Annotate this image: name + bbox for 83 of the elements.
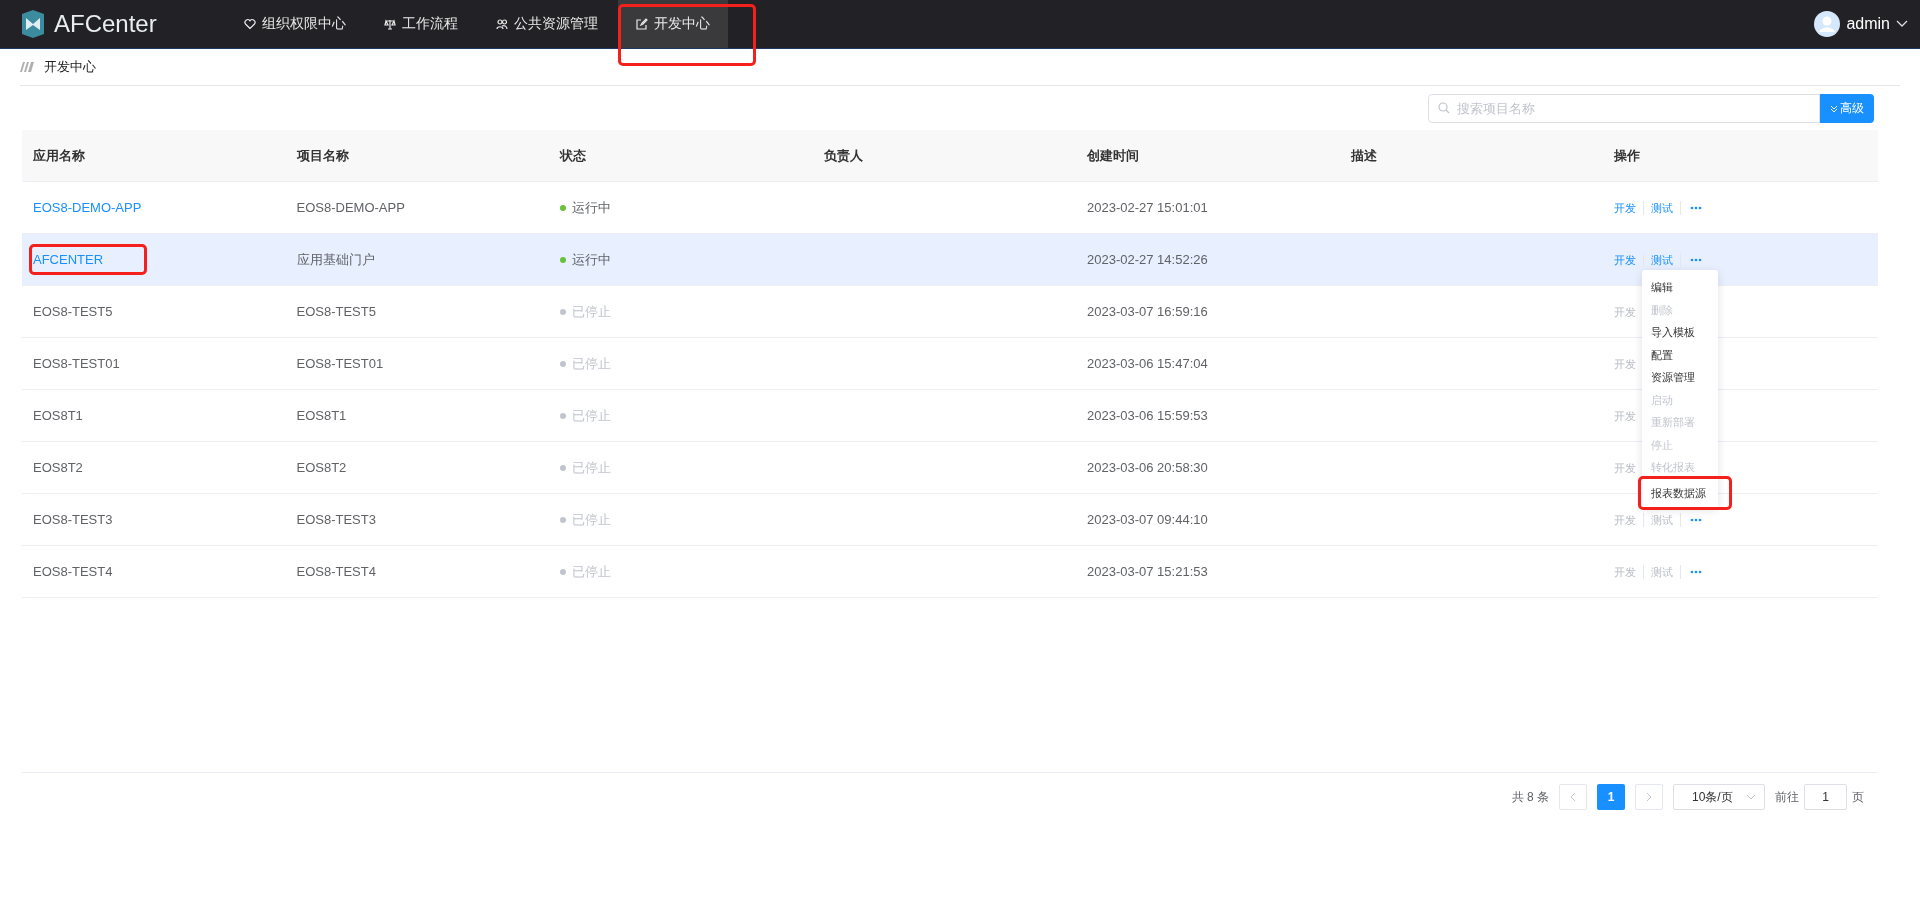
table-cell: 2023-03-06 15:47:04 [1087,356,1208,371]
menu-item[interactable]: 配置 [1642,343,1718,366]
nav-tab[interactable]: 公共资源管理 [478,0,616,48]
table-cell: EOS8-TEST01 [296,356,384,371]
heart-icon [244,18,256,30]
status-text: 已停止 [572,354,611,373]
user-name[interactable]: admin [1846,15,1890,33]
action-link[interactable]: 测试 [1644,564,1681,579]
menu-item[interactable]: 启动 [1642,388,1718,411]
double-chevron-icon [1830,104,1838,113]
column-header: 应用名称 [33,147,85,163]
status-text: 已停止 [572,510,611,529]
chevron-left-icon [1570,792,1576,802]
table-cell: 2023-03-07 16:59:16 [1087,304,1208,319]
app-name-link[interactable]: AFCENTER [33,252,104,267]
page-unit-label: 页 [1852,789,1864,806]
table-cell: EOS8-DEMO-APP [296,200,405,215]
table-cell: 2023-03-06 15:59:53 [1087,408,1208,423]
page-size-select[interactable]: 10条/页 [1673,784,1765,810]
table-cell: EOS8T1 [296,408,347,423]
status-text: 运行中 [572,198,611,217]
app-name: EOS8T1 [33,408,83,423]
app-name: EOS8-TEST5 [33,304,113,319]
action-link[interactable]: 测试 [1644,512,1681,527]
app-name: EOS8T2 [33,460,83,475]
table-cell: EOS8-TEST3 [296,512,376,527]
menu-item[interactable]: 资源管理 [1642,366,1718,389]
app-name: EOS8-TEST3 [33,512,113,527]
edit-icon [636,18,648,30]
scale-icon [384,18,396,30]
table-cell: 2023-03-07 15:21:53 [1087,564,1208,579]
more-icon[interactable] [1690,205,1702,210]
goto-label: 前往 [1775,789,1799,806]
table-cell: EOS8-TEST4 [296,564,376,579]
nav-tab[interactable]: 组织权限中心 [226,0,364,48]
table-cell: 2023-02-27 15:01:01 [1087,200,1208,215]
column-header: 操作 [1614,147,1640,163]
action-link[interactable]: 开发 [1614,200,1644,215]
avatar-icon[interactable] [1814,11,1841,37]
app-name: EOS8-TEST01 [33,356,120,371]
action-link[interactable]: 测试 [1644,252,1681,267]
column-header: 描述 [1350,147,1377,163]
column-header: 创建时间 [1087,147,1139,163]
action-link[interactable]: 测试 [1644,200,1681,215]
table-cell: EOS8T2 [296,460,347,475]
action-link[interactable]: 开发 [1614,252,1644,267]
chevron-down-icon[interactable] [1896,20,1908,28]
logo-icon [20,10,46,38]
status-text: 已停止 [572,302,611,321]
column-header: 负责人 [823,147,863,163]
search-icon [1438,102,1450,114]
nav-tab[interactable]: 工作流程 [366,0,476,48]
people-icon [496,18,508,30]
column-header: 状态 [560,147,586,163]
chevron-down-icon [1746,794,1756,800]
more-icon[interactable] [1690,569,1702,574]
app-name: EOS8-TEST4 [33,564,113,579]
table-cell: 2023-03-07 09:44:10 [1087,512,1208,527]
app-logo-text: AFCenter [54,10,157,38]
breadcrumb-text: 开发中心 [44,58,96,76]
goto-page-field[interactable]: 1 [1804,784,1847,810]
menu-item[interactable]: 删除 [1642,298,1718,321]
status-text: 已停止 [572,562,611,581]
status-text: 运行中 [572,250,611,269]
table-cell: 应用基础门户 [296,250,375,269]
status-text: 已停止 [572,458,611,477]
total-count: 共 8 条 [1511,789,1549,806]
action-link[interactable]: 开发 [1614,512,1644,527]
advanced-search-button[interactable]: 高级 [1820,94,1874,123]
menu-item[interactable]: 报表数据源 [1638,475,1732,510]
breadcrumb-icon [20,62,34,72]
table-cell: 2023-02-27 14:52:26 [1087,252,1208,267]
more-icon[interactable] [1690,257,1702,262]
action-link[interactable]: 开发 [1614,564,1644,579]
chevron-right-icon [1646,792,1652,802]
app-name-link[interactable]: EOS8-DEMO-APP [33,200,142,215]
search-field[interactable]: 搜索项目名称 [1428,94,1820,123]
table-cell: 2023-03-06 20:58:30 [1087,460,1208,475]
table-cell: EOS8-TEST5 [296,304,376,319]
page-number-button[interactable]: 1 [1597,784,1625,810]
column-header: 项目名称 [296,147,349,163]
more-icon[interactable] [1690,517,1702,522]
status-text: 已停止 [572,406,611,425]
